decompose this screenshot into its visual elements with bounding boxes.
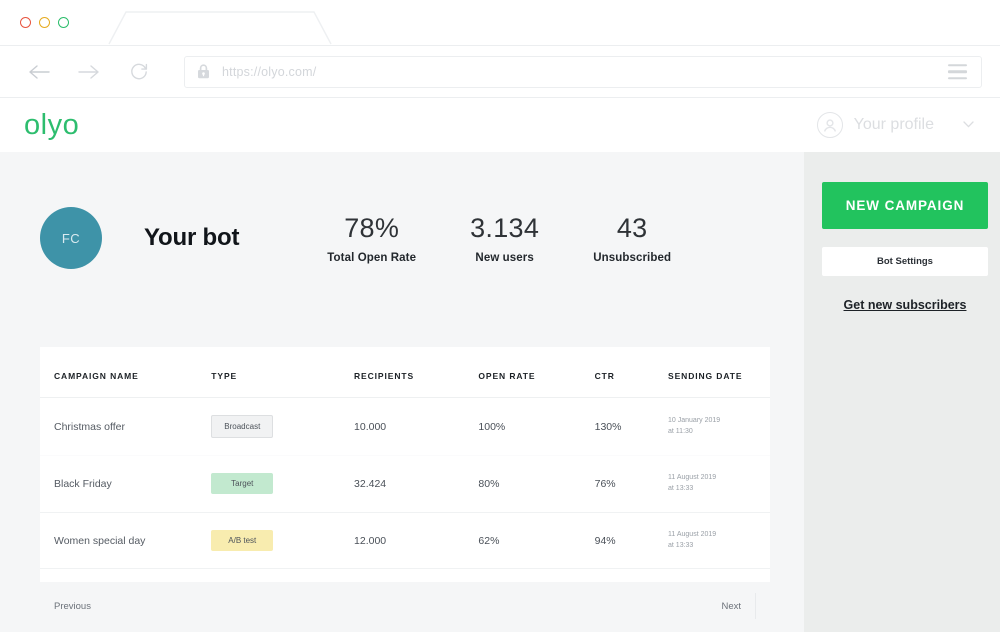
cell-ctr: 76%: [594, 455, 669, 513]
campaigns-table: CAMPAIGN NAME TYPE RECIPIENTS OPEN RATE …: [40, 347, 770, 570]
stat-new-users: 3.134 New users: [470, 213, 539, 264]
table-row[interactable]: Women special day A/B test 12.000 62% 94…: [40, 512, 770, 570]
stat-label: Unsubscribed: [593, 251, 672, 264]
back-button[interactable]: [22, 55, 56, 89]
browser-chrome: https://olyo.com/: [0, 0, 1000, 98]
stat-unsubscribed: 43 Unsubscribed: [593, 213, 671, 264]
profile-label: Your profile: [853, 116, 934, 133]
main-content: FC Your bot 78% Total Open Rate 3.134 Ne…: [0, 152, 804, 632]
table-header: CAMPAIGN NAME TYPE RECIPIENTS OPEN RATE …: [40, 347, 770, 398]
sending-date-time: at 13:33: [668, 541, 694, 549]
previous-page-button[interactable]: Previous: [54, 601, 91, 612]
stat-label: Total Open Rate: [327, 251, 417, 264]
cell-open-rate: 80%: [478, 455, 595, 513]
close-window-button[interactable]: [20, 17, 31, 28]
stats-group: 78% Total Open Rate 3.134 New users 43 U…: [327, 213, 671, 264]
cell-recipients: 32.424: [354, 455, 479, 513]
sending-date-day: 10 January 2019: [668, 416, 721, 424]
column-header-open-rate[interactable]: OPEN RATE: [478, 347, 595, 398]
profile-menu[interactable]: Your profile: [816, 112, 976, 138]
reload-button[interactable]: [122, 55, 156, 89]
hamburger-icon[interactable]: [948, 63, 967, 80]
cell-sending-date: 10 January 2019 at 11:30: [668, 397, 770, 456]
cell-type: Broadcast: [211, 397, 355, 456]
stat-value: 78%: [344, 212, 400, 243]
user-avatar-icon: [816, 112, 843, 138]
next-page-button[interactable]: Next: [721, 601, 741, 612]
stat-label: New users: [475, 251, 534, 264]
sending-date-time: at 11:30: [668, 427, 693, 435]
pagination-divider: [755, 593, 756, 620]
cell-sending-date: 11 August 2019 at 13:33: [668, 512, 770, 570]
campaigns-card: CAMPAIGN NAME TYPE RECIPIENTS OPEN RATE …: [40, 347, 770, 620]
stat-value: 3.134: [470, 212, 540, 243]
browser-toolbar: https://olyo.com/: [0, 46, 1000, 98]
column-header-recipients[interactable]: RECIPIENTS: [354, 347, 479, 398]
window-controls[interactable]: [20, 17, 69, 28]
arrow-right-icon: [78, 64, 99, 79]
type-badge: Broadcast: [211, 415, 274, 438]
url-text: https://olyo.com/: [222, 64, 317, 79]
new-campaign-button[interactable]: NEW CAMPAIGN: [822, 182, 988, 229]
cell-open-rate: 62%: [478, 512, 595, 570]
sending-date-day: 11 August 2019: [668, 530, 717, 538]
arrow-left-icon: [29, 64, 50, 79]
cell-campaign-name: Christmas offer: [40, 397, 212, 456]
cell-recipients: 10.000: [354, 397, 479, 456]
sidebar: NEW CAMPAIGN Bot Settings Get new subscr…: [804, 152, 1000, 632]
stat-value: 43: [616, 212, 648, 243]
cell-ctr: 130%: [594, 397, 669, 456]
pagination: Previous Next: [40, 569, 770, 620]
cell-ctr: 94%: [594, 512, 669, 570]
reload-icon: [131, 63, 148, 79]
bot-settings-button[interactable]: Bot Settings: [822, 247, 988, 276]
get-new-subscribers-link[interactable]: Get new subscribers: [822, 298, 988, 312]
column-header-sending-date[interactable]: SENDING DATE: [668, 347, 770, 398]
lock-icon: [198, 64, 209, 79]
chevron-down-icon[interactable]: [963, 119, 974, 131]
type-badge: A/B test: [211, 530, 274, 552]
cell-campaign-name: Women special day: [40, 512, 212, 570]
page-title: Your bot: [144, 224, 240, 251]
bot-avatar: FC: [40, 207, 102, 269]
maximize-window-button[interactable]: [58, 17, 69, 28]
forward-button[interactable]: [72, 55, 106, 89]
browser-tabstrip: [0, 0, 1000, 46]
page-body: FC Your bot 78% Total Open Rate 3.134 Ne…: [0, 152, 1000, 632]
table-body: Christmas offer Broadcast 10.000 100% 13…: [40, 397, 770, 570]
column-header-type[interactable]: TYPE: [211, 347, 355, 398]
app-header: olyo Your profile: [0, 98, 1000, 152]
type-badge: Target: [211, 473, 274, 495]
browser-tab[interactable]: [108, 10, 332, 45]
stat-total-open-rate: 78% Total Open Rate: [327, 213, 416, 264]
cell-recipients: 12.000: [354, 512, 479, 570]
table-row[interactable]: Christmas offer Broadcast 10.000 100% 13…: [40, 397, 770, 456]
cell-type: A/B test: [211, 512, 355, 570]
column-header-campaign-name[interactable]: CAMPAIGN NAME: [40, 347, 212, 398]
cell-type: Target: [211, 455, 355, 513]
cell-campaign-name: Black Friday: [40, 455, 212, 513]
column-header-ctr[interactable]: CTR: [594, 347, 669, 398]
pagination-right: Next: [721, 593, 756, 620]
address-bar[interactable]: https://olyo.com/: [184, 55, 982, 88]
cell-sending-date: 11 August 2019 at 13:33: [668, 455, 770, 513]
olyo-logo[interactable]: olyo: [24, 110, 79, 140]
sending-date-time: at 13:33: [668, 484, 694, 492]
bot-summary: FC Your bot 78% Total Open Rate 3.134 Ne…: [0, 152, 804, 269]
minimize-window-button[interactable]: [39, 17, 50, 28]
sending-date-day: 11 August 2019: [668, 474, 717, 481]
cell-open-rate: 100%: [478, 397, 595, 456]
table-row[interactable]: Black Friday Target 32.424 80% 76% 11 Au…: [40, 455, 770, 513]
